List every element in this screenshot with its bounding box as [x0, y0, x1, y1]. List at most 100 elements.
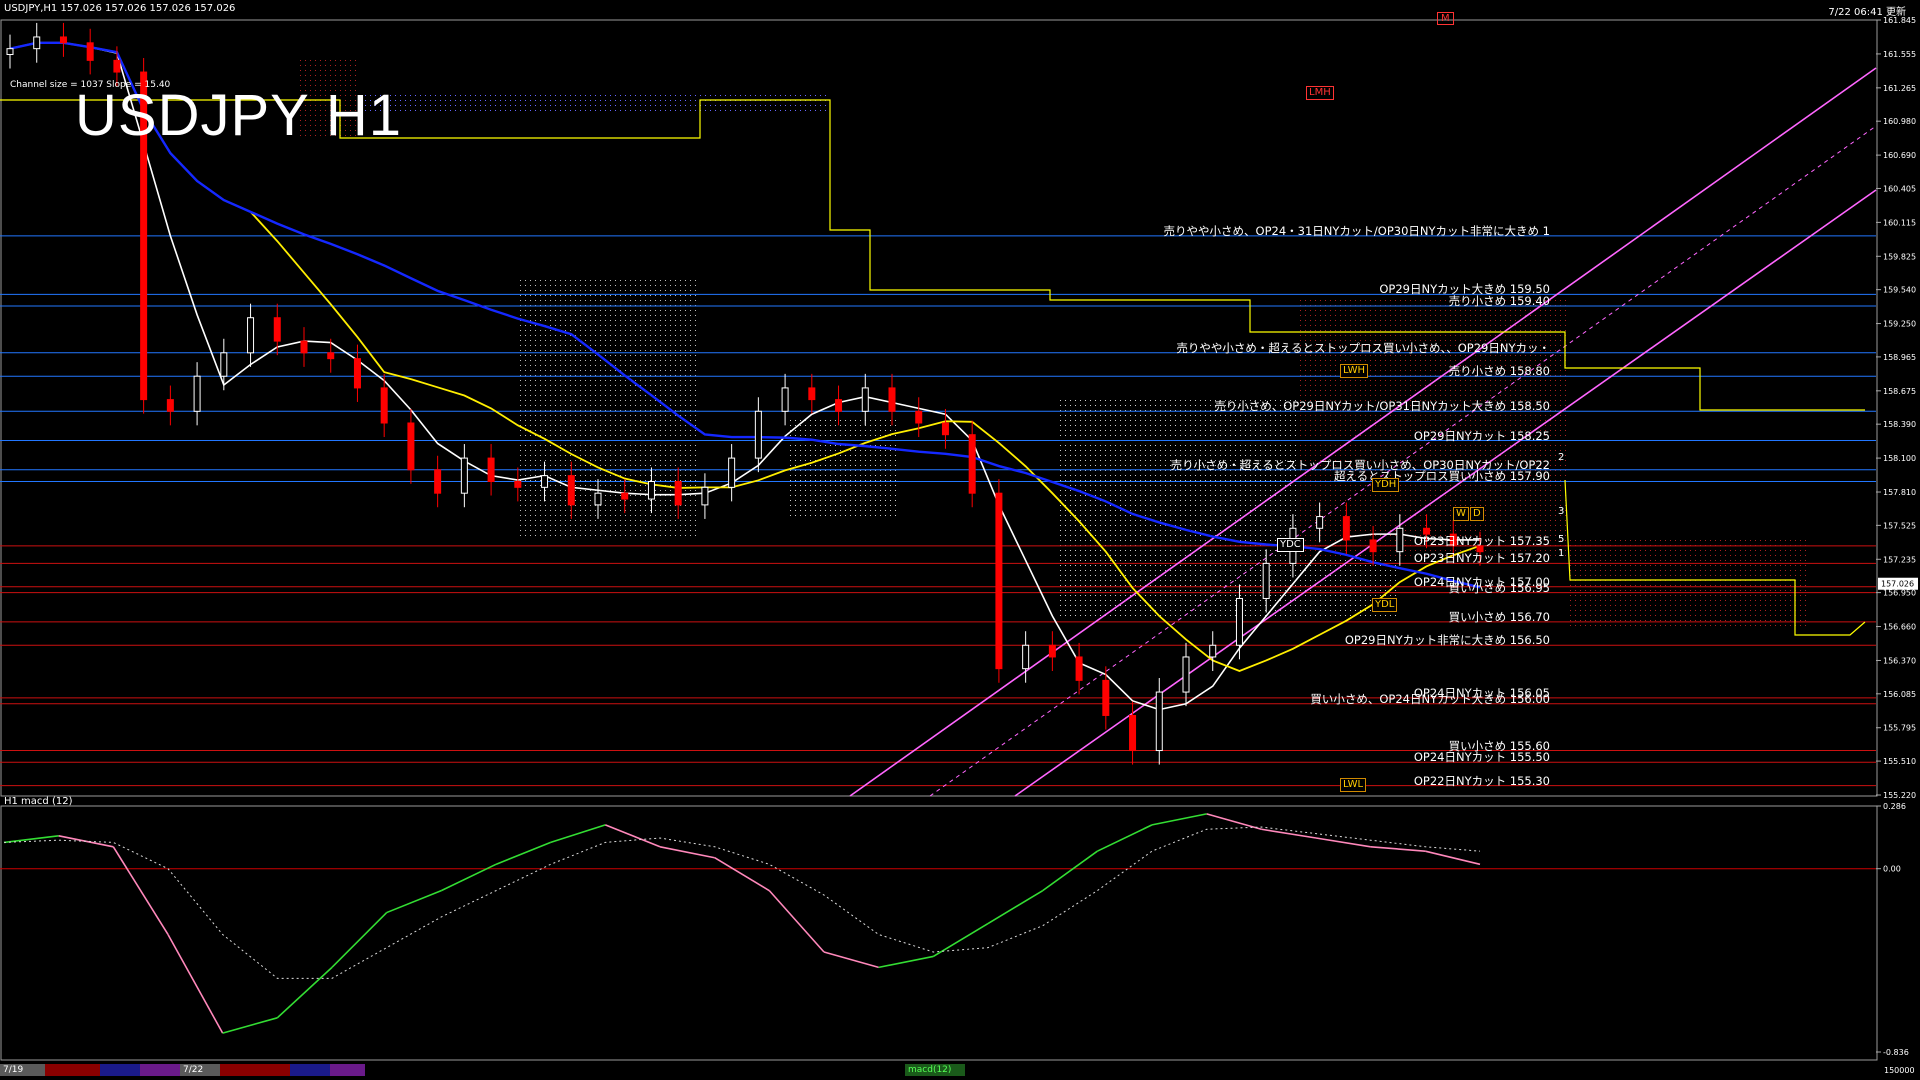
cloud-dot: [1180, 590, 1181, 591]
price-chart[interactable]: 161.845161.555161.265160.980160.690160.4…: [0, 0, 1920, 1080]
cloud-dot: [1100, 550, 1101, 551]
cloud-dot: [1095, 485, 1096, 486]
cloud-dot: [890, 465, 891, 466]
cloud-dot: [1220, 600, 1221, 601]
cloud-dot: [565, 515, 566, 516]
cloud-dot: [705, 105, 706, 106]
cloud-dot: [1230, 555, 1231, 556]
cloud-dot: [645, 360, 646, 361]
cloud-dot: [1145, 555, 1146, 556]
cloud-dot: [815, 445, 816, 446]
cloud-dot: [805, 110, 806, 111]
cloud-dot: [555, 345, 556, 346]
cloud-dot: [1100, 600, 1101, 601]
cloud-dot: [655, 365, 656, 366]
cloud-dot: [1100, 425, 1101, 426]
cloud-dot: [675, 450, 676, 451]
cloud-dot: [815, 465, 816, 466]
cloud-dot: [880, 500, 881, 501]
cloud-dot: [430, 110, 431, 111]
cloud-dot: [520, 390, 521, 391]
cloud-dot: [690, 380, 691, 381]
cloud-dot: [660, 345, 661, 346]
cloud-dot: [1090, 570, 1091, 571]
cloud-dot: [520, 280, 521, 281]
cloud-dot: [875, 455, 876, 456]
cloud-dot: [800, 105, 801, 106]
cloud-dot: [1295, 590, 1296, 591]
cloud-dot: [530, 290, 531, 291]
cloud-dot: [875, 480, 876, 481]
cloud-dot: [670, 290, 671, 291]
cloud-dot: [865, 485, 866, 486]
cloud-dot: [595, 315, 596, 316]
cloud-dot: [565, 480, 566, 481]
cloud-dot: [1275, 445, 1276, 446]
cloud-dot: [820, 420, 821, 421]
cloud-dot: [1170, 540, 1171, 541]
cloud-dot: [455, 105, 456, 106]
cloud-dot: [815, 425, 816, 426]
cloud-dot: [790, 480, 791, 481]
cloud-dot: [635, 435, 636, 436]
cloud-dot: [1105, 475, 1106, 476]
cloud-dot: [1260, 615, 1261, 616]
cloud-dot: [855, 510, 856, 511]
cloud-dot: [475, 95, 476, 96]
cloud-dot: [670, 360, 671, 361]
cloud-dot: [1160, 425, 1161, 426]
cloud-dot: [1280, 420, 1281, 421]
cloud-dot: [610, 525, 611, 526]
cloud-dot: [640, 300, 641, 301]
cloud-dot: [1275, 610, 1276, 611]
cloud-dot: [1145, 575, 1146, 576]
cloud-dot: [655, 315, 656, 316]
cloud-dot: [1205, 510, 1206, 511]
cloud-dot: [620, 290, 621, 291]
cloud-dot: [1125, 405, 1126, 406]
cloud-dot: [535, 415, 536, 416]
cloud-dot: [615, 535, 616, 536]
cloud-dot: [570, 445, 571, 446]
cloud-dot: [1175, 590, 1176, 591]
cloud-dot: [1170, 475, 1171, 476]
cloud-dot: [1150, 445, 1151, 446]
cloud-dot: [1080, 525, 1081, 526]
cloud-dot: [1230, 490, 1231, 491]
cloud-dot: [630, 320, 631, 321]
cloud-dot: [1260, 510, 1261, 511]
cloud-dot: [570, 110, 571, 111]
cloud-dot: [625, 430, 626, 431]
cloud-dot: [595, 360, 596, 361]
cloud-dot: [1080, 455, 1081, 456]
cloud-dot: [555, 405, 556, 406]
cloud-dot: [1120, 475, 1121, 476]
cloud-dot: [565, 505, 566, 506]
cloud-dot: [1270, 475, 1271, 476]
cloud-dot: [860, 450, 861, 451]
cloud-dot: [605, 425, 606, 426]
cloud-dot: [605, 95, 606, 96]
cloud-dot: [1190, 515, 1191, 516]
cloud-dot: [1225, 435, 1226, 436]
cloud-dot: [830, 505, 831, 506]
cloud-dot: [1260, 555, 1261, 556]
cloud-dot: [660, 520, 661, 521]
cloud-dot: [645, 385, 646, 386]
cloud-dot: [635, 380, 636, 381]
cloud-dot: [1200, 450, 1201, 451]
cloud-dot: [1225, 485, 1226, 486]
cloud-dot: [1095, 455, 1096, 456]
cloud-dot: [835, 425, 836, 426]
cloud-dot: [650, 415, 651, 416]
cloud-dot: [1145, 615, 1146, 616]
cloud-dot: [585, 535, 586, 536]
cloud-dot: [545, 415, 546, 416]
cloud-dot: [1260, 420, 1261, 421]
cloud-dot: [695, 420, 696, 421]
cloud-dot: [1190, 485, 1191, 486]
cloud-dot: [675, 105, 676, 106]
cloud-dot: [1185, 580, 1186, 581]
cloud-dot: [685, 475, 686, 476]
cloud-dot: [695, 290, 696, 291]
